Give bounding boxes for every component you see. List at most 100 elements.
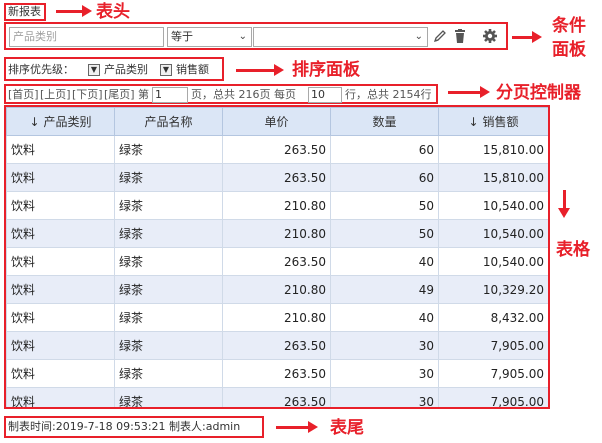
table-cell: 饮料 [6, 275, 115, 304]
table-cell: 60 [330, 135, 439, 164]
chevron-down-icon: ▼ [160, 64, 172, 76]
table-cell: 绿茶 [114, 331, 223, 360]
annotation-arrow-sort [236, 64, 284, 76]
data-table: ↓ 产品类别 产品名称 单价 数量 ↓ 销售额 饮料 绿茶 263.50 60 15,810… [4, 105, 550, 409]
table-row[interactable]: 饮料 绿茶 210.80 40 8,432.00 [6, 303, 548, 332]
table-cell: 40 [330, 303, 439, 332]
chevron-down-icon: ▼ [88, 64, 100, 76]
sort-chip-category[interactable]: ▼ 产品类别 [88, 62, 148, 78]
table-cell: 饮料 [6, 163, 115, 192]
table-cell: 30 [330, 387, 439, 407]
table-cell: 15,810.00 [438, 163, 548, 192]
page-number-input[interactable]: 1 [152, 87, 188, 103]
trash-icon[interactable] [452, 28, 468, 44]
annotation-arrow-pager [448, 86, 490, 98]
table-cell: 210.80 [222, 219, 331, 248]
chevron-down-icon: ⌄ [238, 31, 247, 42]
annotation-arrow-footer [276, 421, 318, 433]
condition-panel: 产品类别 等于 ⌄ ⌄ [4, 22, 508, 50]
table-cell: 15,810.00 [438, 135, 548, 164]
table-cell: 饮料 [6, 135, 115, 164]
table-cell: 210.80 [222, 303, 331, 332]
table-cell: 30 [330, 359, 439, 388]
table-row[interactable]: 饮料 绿茶 210.80 50 10,540.00 [6, 219, 548, 248]
gear-icon[interactable] [482, 28, 498, 44]
condition-field-input[interactable]: 产品类别 [9, 27, 164, 47]
next-page-link[interactable]: [下页] [72, 87, 103, 103]
table-cell: 绿茶 [114, 387, 223, 407]
table-cell: 10,540.00 [438, 191, 548, 220]
table-cell: 40 [330, 247, 439, 276]
pager: [首页] [上页] [下页] [尾页] 第 1 页，总共 216页 每页 10 … [4, 84, 438, 104]
table-cell: 263.50 [222, 331, 331, 360]
annotation-table: 表格 [556, 240, 590, 260]
table-row[interactable]: 饮料 绿茶 263.50 30 7,905.00 [6, 387, 548, 407]
table-row[interactable]: 饮料 绿茶 263.50 60 15,810.00 [6, 163, 548, 192]
annotation-header: 表头 [96, 2, 130, 22]
table-cell: 263.50 [222, 387, 331, 407]
column-header-sales[interactable]: ↓ 销售额 [438, 107, 548, 136]
annotation-footer: 表尾 [330, 418, 364, 438]
table-cell: 绿茶 [114, 219, 223, 248]
table-row[interactable]: 饮料 绿茶 263.50 60 15,810.00 [6, 135, 548, 164]
page-prefix: 第 [138, 88, 149, 101]
table-cell: 饮料 [6, 247, 115, 276]
sort-label: 排序优先级： [8, 63, 74, 76]
table-cell: 263.50 [222, 135, 331, 164]
report-header: 新报表 [4, 3, 46, 21]
table-cell: 8,432.00 [438, 303, 548, 332]
annotation-arrow-table [558, 190, 570, 218]
table-header-row: ↓ 产品类别 产品名称 单价 数量 ↓ 销售额 [6, 107, 548, 136]
per-page-input[interactable]: 10 [308, 87, 342, 103]
operator-value: 等于 [171, 30, 193, 43]
table-cell: 10,540.00 [438, 247, 548, 276]
table-cell: 7,905.00 [438, 387, 548, 407]
table-row[interactable]: 饮料 绿茶 210.80 49 10,329.20 [6, 275, 548, 304]
table-cell: 50 [330, 219, 439, 248]
condition-value-select[interactable]: ⌄ [253, 27, 428, 47]
prev-page-link[interactable]: [上页] [40, 87, 71, 103]
column-header-product[interactable]: 产品名称 [114, 107, 223, 136]
operator-select[interactable]: 等于 ⌄ [167, 27, 252, 47]
table-cell: 饮料 [6, 359, 115, 388]
table-cell: 绿茶 [114, 135, 223, 164]
table-cell: 50 [330, 191, 439, 220]
table-cell: 30 [330, 331, 439, 360]
table-cell: 饮料 [6, 219, 115, 248]
table-cell: 绿茶 [114, 247, 223, 276]
table-cell: 饮料 [6, 191, 115, 220]
table-cell: 绿茶 [114, 163, 223, 192]
report-footer: 制表时间:2019-7-18 09:53:21 制表人:admin [4, 416, 264, 438]
table-cell: 210.80 [222, 275, 331, 304]
report-title: 新报表 [8, 5, 41, 18]
annotation-condition-2: 面板 [552, 40, 586, 60]
annotation-sort: 排序面板 [292, 60, 360, 80]
table-cell: 10,329.20 [438, 275, 548, 304]
arrow-down-icon: ↓ [468, 115, 479, 129]
table-cell: 7,905.00 [438, 331, 548, 360]
column-header-quantity[interactable]: 数量 [330, 107, 439, 136]
table-cell: 210.80 [222, 191, 331, 220]
annotation-arrow-condition [512, 31, 542, 43]
first-page-link[interactable]: [首页] [8, 87, 39, 103]
table-cell: 10,540.00 [438, 219, 548, 248]
annotation-condition-1: 条件 [552, 16, 586, 36]
sort-panel: 排序优先级： ▼ 产品类别 ▼ 销售额 [4, 57, 224, 81]
column-header-price[interactable]: 单价 [222, 107, 331, 136]
table-row[interactable]: 饮料 绿茶 210.80 50 10,540.00 [6, 191, 548, 220]
table-cell: 饮料 [6, 331, 115, 360]
last-page-link[interactable]: [尾页] [104, 87, 135, 103]
table-row[interactable]: 饮料 绿茶 263.50 30 7,905.00 [6, 331, 548, 360]
pencil-icon[interactable] [432, 28, 448, 44]
table-cell: 60 [330, 163, 439, 192]
table-cell: 263.50 [222, 359, 331, 388]
sort-chip-sales[interactable]: ▼ 销售额 [160, 62, 209, 78]
column-header-category[interactable]: ↓ 产品类别 [6, 107, 115, 136]
footer-text: 制表时间:2019-7-18 09:53:21 制表人:admin [8, 420, 241, 433]
table-cell: 263.50 [222, 247, 331, 276]
table-row[interactable]: 饮料 绿茶 263.50 30 7,905.00 [6, 359, 548, 388]
table-cell: 饮料 [6, 303, 115, 332]
annotation-arrow-header [56, 5, 92, 17]
table-row[interactable]: 饮料 绿茶 263.50 40 10,540.00 [6, 247, 548, 276]
annotation-pager: 分页控制器 [496, 83, 581, 103]
